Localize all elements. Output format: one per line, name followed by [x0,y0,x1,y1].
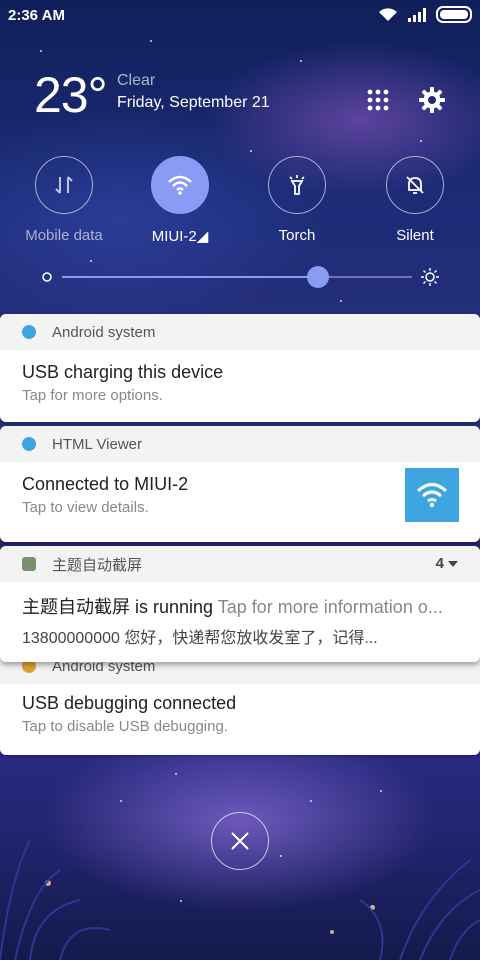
status-bar: 2:36 AM [0,0,480,34]
bell-off-icon [386,156,444,214]
notification-app-name: HTML Viewer [52,435,143,453]
notification-subtitle: 13800000000 您好，快递帮您放收发室了，记得... [22,630,378,647]
toggle-torch[interactable]: Torch [247,156,347,244]
notification-subtitle: Tap to disable USB debugging. [22,718,228,735]
notification-subtitle: Tap to view details. [22,499,149,516]
android-system-icon [22,325,36,339]
status-time: 2:36 AM [8,7,65,24]
notification-card[interactable]: Android system USB debugging connected T… [0,648,480,755]
torch-icon [268,156,326,214]
brightness-slider[interactable] [40,266,440,288]
notification-app-name: 主题自动截屏 [52,556,143,574]
signal-icon [408,7,426,22]
notification-title: Connected to MIUI-2 [22,474,189,494]
notification-header: HTML Viewer [0,426,480,462]
notification-title: 主题自动截屏 is running Tap for more informati… [22,593,443,619]
toggle-label: MIUI-2◢ [151,228,209,245]
gear-icon[interactable] [418,86,446,114]
brightness-low-icon [42,272,52,282]
grid-icon[interactable] [366,88,390,112]
html-viewer-icon [22,437,36,451]
notification-title-main: 主题自动截屏 is running [22,597,214,617]
notification-header: 主题自动截屏 4 [0,546,480,582]
notification-count[interactable]: 4 [436,555,458,572]
toggle-mobile-data[interactable]: Mobile data [14,156,114,244]
wifi-icon [151,156,209,214]
brightness-thumb[interactable] [306,266,329,288]
battery-icon [436,6,472,23]
notification-title: USB charging this device [22,362,224,382]
brightness-high-icon [421,268,439,286]
notification-title-suffix: Tap for more information o... [217,597,443,617]
notification-count-value: 4 [435,555,444,572]
brightness-fill [62,276,318,278]
weather-temperature: 23° [34,67,108,123]
notification-header: Android system [0,314,480,350]
toggle-label: Mobile data [25,227,103,244]
notification-title: USB debugging connected [22,693,237,713]
notification-subtitle: Tap for more options. [22,387,163,404]
weather-condition: Clear [117,72,156,89]
toggle-label: Silent [396,227,434,244]
toggle-silent[interactable]: Silent [365,156,465,244]
notification-card[interactable]: Android system USB charging this device … [0,314,480,422]
weather-date: Friday, September 21 [117,94,270,111]
notification-card[interactable]: HTML Viewer Connected to MIUI-2 Tap to v… [0,426,480,542]
wifi-thumbnail-icon [405,468,459,522]
close-icon [231,832,249,850]
toggle-label: Torch [278,227,316,244]
wifi-icon [379,7,397,21]
notification-card[interactable]: 主题自动截屏 4 主题自动截屏 is running Tap for more … [0,546,480,662]
screenshot-app-icon [22,557,36,571]
mobile-data-icon [35,156,93,214]
toggle-wifi[interactable]: MIUI-2◢ [130,156,230,245]
close-button[interactable] [211,812,269,870]
notification-app-name: Android system [52,323,156,341]
chevron-down-icon [448,561,458,568]
